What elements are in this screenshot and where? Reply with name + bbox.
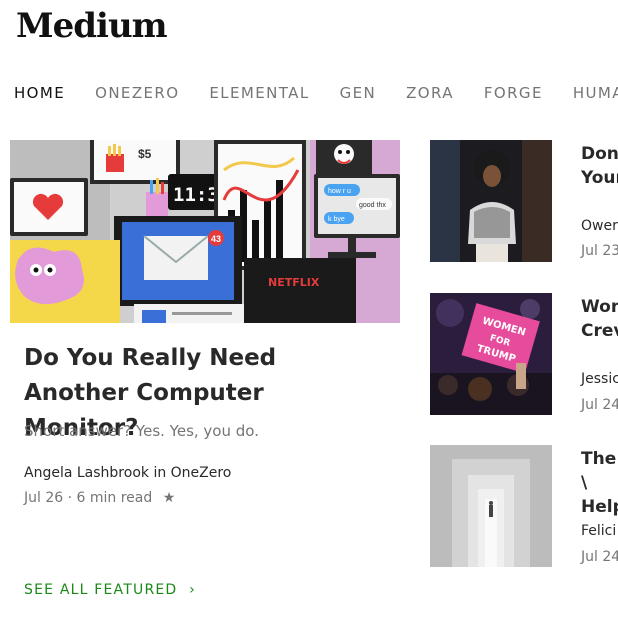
side-article-image[interactable]: WOMEN FOR TRUMP: [430, 293, 552, 415]
medium-logo[interactable]: Medium: [16, 6, 168, 46]
side-article-image[interactable]: [430, 140, 552, 262]
netflix-logo: NETFLIX: [268, 276, 320, 289]
see-all-featured-link[interactable]: SEE ALL FEATURED ›: [24, 582, 196, 598]
hero-article-author[interactable]: Angela Lashbrook in OneZero: [24, 465, 231, 481]
read-meta: Jul 26 · 6 min read: [24, 490, 153, 506]
chat-bubble-1: how r u: [328, 188, 351, 195]
see-all-label: SEE ALL FEATURED: [24, 582, 178, 598]
star-icon: ★: [162, 490, 176, 506]
nav-item-onezero[interactable]: ONEZERO: [95, 84, 179, 102]
price-label: $5: [138, 147, 152, 161]
side-article-author[interactable]: Jessic: [581, 371, 618, 387]
hero-article-image[interactable]: $5 11:38 how r u good thx k bye NETFLIX …: [10, 140, 400, 323]
side-article-title[interactable]: The\Help: [581, 447, 618, 519]
side-article-date: Jul 23: [581, 243, 618, 259]
chat-bubble-3: k bye: [328, 216, 345, 223]
hero-article-meta: Jul 26 · 6 min read ★: [24, 490, 175, 506]
side-article-title[interactable]: WonCrev: [581, 295, 618, 343]
nav-item-gen[interactable]: GEN: [340, 84, 377, 102]
nav-item-human[interactable]: HUMAN: [573, 84, 618, 102]
side-article-author[interactable]: Ower: [581, 218, 618, 234]
nav-item-elemental[interactable]: ELEMENTAL: [209, 84, 309, 102]
side-article-date: Jul 24: [581, 397, 618, 413]
hero-article-subtitle[interactable]: Short answer? Yes. Yes, you do.: [24, 422, 259, 440]
side-article-title[interactable]: Don'Your: [581, 142, 618, 190]
chevron-right-icon: ›: [189, 582, 196, 598]
side-article-date: Jul 24: [581, 549, 618, 565]
chat-bubble-2: good thx: [359, 202, 386, 209]
nav-item-zora[interactable]: ZORA: [406, 84, 454, 102]
nav-item-home[interactable]: HOME: [14, 84, 65, 102]
side-article-author[interactable]: Felici: [581, 523, 616, 539]
side-article-image[interactable]: [430, 445, 552, 567]
mail-badge: 43: [211, 234, 221, 244]
nav-item-forge[interactable]: FORGE: [484, 84, 543, 102]
topic-nav: HOME ONEZERO ELEMENTAL GEN ZORA FORGE HU…: [14, 84, 618, 102]
